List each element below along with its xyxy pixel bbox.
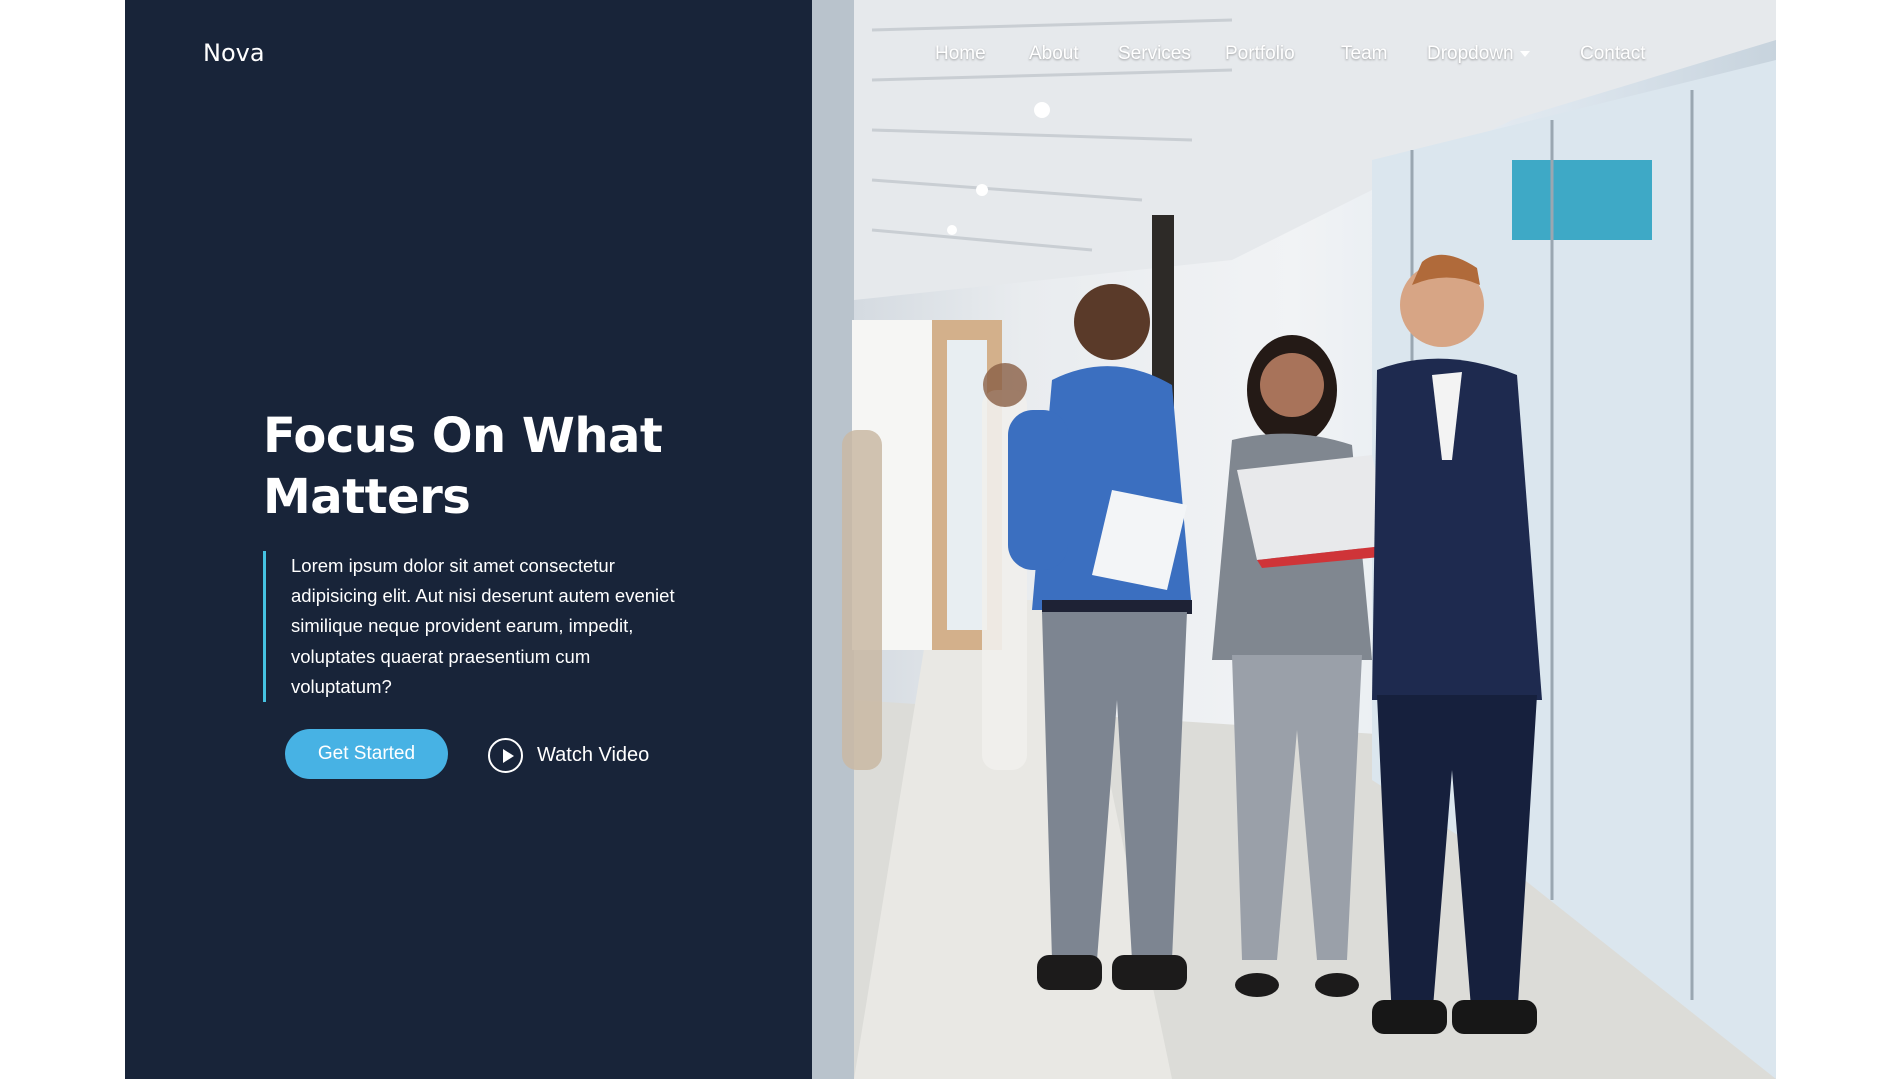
nav-team[interactable]: Team [1341, 43, 1387, 65]
watch-video-label: Watch Video [537, 743, 650, 766]
hero-description-block: Lorem ipsum dolor sit amet consectetur a… [263, 551, 691, 703]
nav-home[interactable]: Home [935, 43, 986, 65]
get-started-button[interactable]: Get Started [285, 729, 448, 779]
main-nav: Home About Services Portfolio Team Dropd… [125, 43, 1776, 73]
hero-title: Focus On What Matters [263, 408, 663, 525]
hero-section: Nova Home About Services Portfolio Team … [125, 0, 1776, 1079]
nav-dropdown[interactable]: Dropdown [1427, 43, 1530, 65]
play-circle-icon [488, 737, 523, 773]
hero-photo [812, 0, 1776, 1079]
nav-dropdown-label: Dropdown [1427, 43, 1514, 64]
team-photo-illustration [812, 0, 1776, 1079]
watch-video-button[interactable]: Watch Video [488, 735, 649, 775]
nav-about[interactable]: About [1029, 43, 1079, 65]
nav-services[interactable]: Services [1118, 43, 1191, 65]
caret-down-icon [1519, 50, 1530, 57]
nav-contact[interactable]: Contact [1580, 43, 1645, 65]
hero-left-panel [125, 0, 812, 1079]
nav-portfolio[interactable]: Portfolio [1225, 43, 1295, 65]
hero-description: Lorem ipsum dolor sit amet consectetur a… [291, 555, 675, 697]
